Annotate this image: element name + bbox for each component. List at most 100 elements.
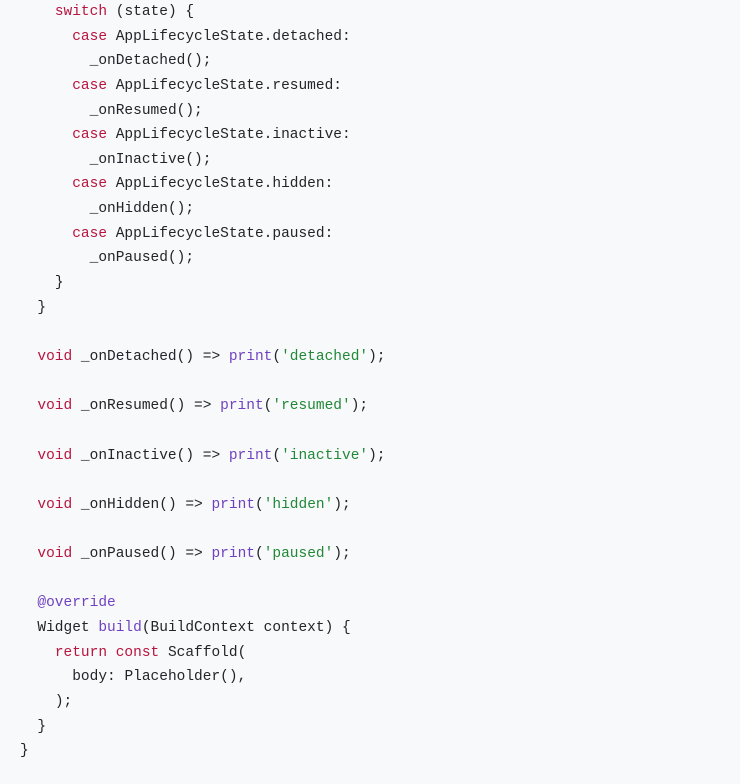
colon: : [342,127,351,143]
paren-close: ) [194,53,203,69]
colon: : [325,176,334,192]
colon: : [325,226,334,242]
semicolon: ; [64,694,73,710]
fn-print: print [211,497,255,513]
string-detached: 'detached' [281,349,368,365]
semicolon: ; [377,448,386,464]
class-applifecyclestate: AppLifecycleState [116,127,264,143]
paren-open: ( [220,669,229,685]
class-scaffold: Scaffold [168,645,238,661]
enum-resumed: resumed [272,78,333,94]
keyword-case: case [72,78,107,94]
class-applifecyclestate: AppLifecycleState [116,226,264,242]
keyword-void: void [37,448,72,464]
method-onpaused: _onPaused [81,546,159,562]
keyword-case: case [72,29,107,45]
paren-close: ) [333,546,342,562]
paren-close: ) [368,349,377,365]
fn-print: print [220,398,264,414]
arrow: => [185,546,202,562]
arrow: => [185,497,202,513]
semicolon: ; [359,398,368,414]
keyword-void: void [37,497,72,513]
enum-paused: paused [272,226,324,242]
method-onresumed: _onResumed [81,398,168,414]
class-buildcontext: BuildContext [151,620,255,636]
semicolon: ; [203,152,212,168]
paren-open: ( [238,645,247,661]
call-onhidden: _onHidden [90,201,168,217]
fn-print: print [211,546,255,562]
semicolon: ; [377,349,386,365]
paren-open: ( [272,448,281,464]
call-ondetached: _onDetached [90,53,186,69]
arrow: => [203,349,220,365]
semicolon: ; [203,53,212,69]
named-arg-body: body [72,669,107,685]
class-applifecyclestate: AppLifecycleState [116,78,264,94]
class-applifecyclestate: AppLifecycleState [116,176,264,192]
paren-close: ) [185,349,194,365]
paren-close: ) [333,497,342,513]
code-block: switch (state) { case AppLifecycleState.… [0,0,740,784]
method-build: build [98,620,142,636]
brace-open: { [342,620,351,636]
class-widget: Widget [37,620,89,636]
paren-close: ) [177,398,186,414]
paren-open: ( [185,53,194,69]
comma: , [238,669,247,685]
brace-open: { [185,4,194,20]
identifier-context: context [264,620,325,636]
semicolon: ; [185,250,194,266]
brace-close: } [37,300,46,316]
paren-close: ) [168,497,177,513]
paren-open: ( [168,201,177,217]
annotation-override: @override [37,595,115,611]
paren-open: ( [142,620,151,636]
paren-close: ) [168,546,177,562]
paren-open: ( [272,349,281,365]
fn-print: print [229,349,273,365]
arrow: => [203,448,220,464]
string-resumed: 'resumed' [272,398,350,414]
semicolon: ; [185,201,194,217]
string-inactive: 'inactive' [281,448,368,464]
paren-open: ( [185,152,194,168]
colon: : [333,78,342,94]
keyword-void: void [37,546,72,562]
enum-inactive: inactive [272,127,342,143]
method-ondetached: _onDetached [81,349,177,365]
paren-open: ( [159,546,168,562]
paren-open: ( [168,398,177,414]
call-onpaused: _onPaused [90,250,168,266]
keyword-case: case [72,176,107,192]
paren-close: ) [185,448,194,464]
paren-open: ( [255,497,264,513]
paren-open: ( [168,250,177,266]
keyword-switch: switch [55,4,107,20]
string-paused: 'paused' [264,546,334,562]
colon: : [107,669,116,685]
enum-hidden: hidden [272,176,324,192]
fn-print: print [229,448,273,464]
arrow: => [194,398,211,414]
enum-detached: detached [272,29,342,45]
brace-close: } [37,719,46,735]
call-onresumed: _onResumed [90,103,177,119]
method-oninactive: _onInactive [81,448,177,464]
brace-close: } [55,275,64,291]
colon: : [342,29,351,45]
paren-close: ) [325,620,334,636]
paren-close: ) [229,669,238,685]
keyword-void: void [37,349,72,365]
method-onhidden: _onHidden [81,497,159,513]
class-placeholder: Placeholder [124,669,220,685]
paren-close: ) [168,4,177,20]
paren-close: ) [194,152,203,168]
keyword-return: return [55,645,107,661]
semicolon: ; [194,103,203,119]
keyword-const: const [116,645,160,661]
keyword-case: case [72,226,107,242]
class-applifecyclestate: AppLifecycleState [116,29,264,45]
semicolon: ; [342,497,351,513]
